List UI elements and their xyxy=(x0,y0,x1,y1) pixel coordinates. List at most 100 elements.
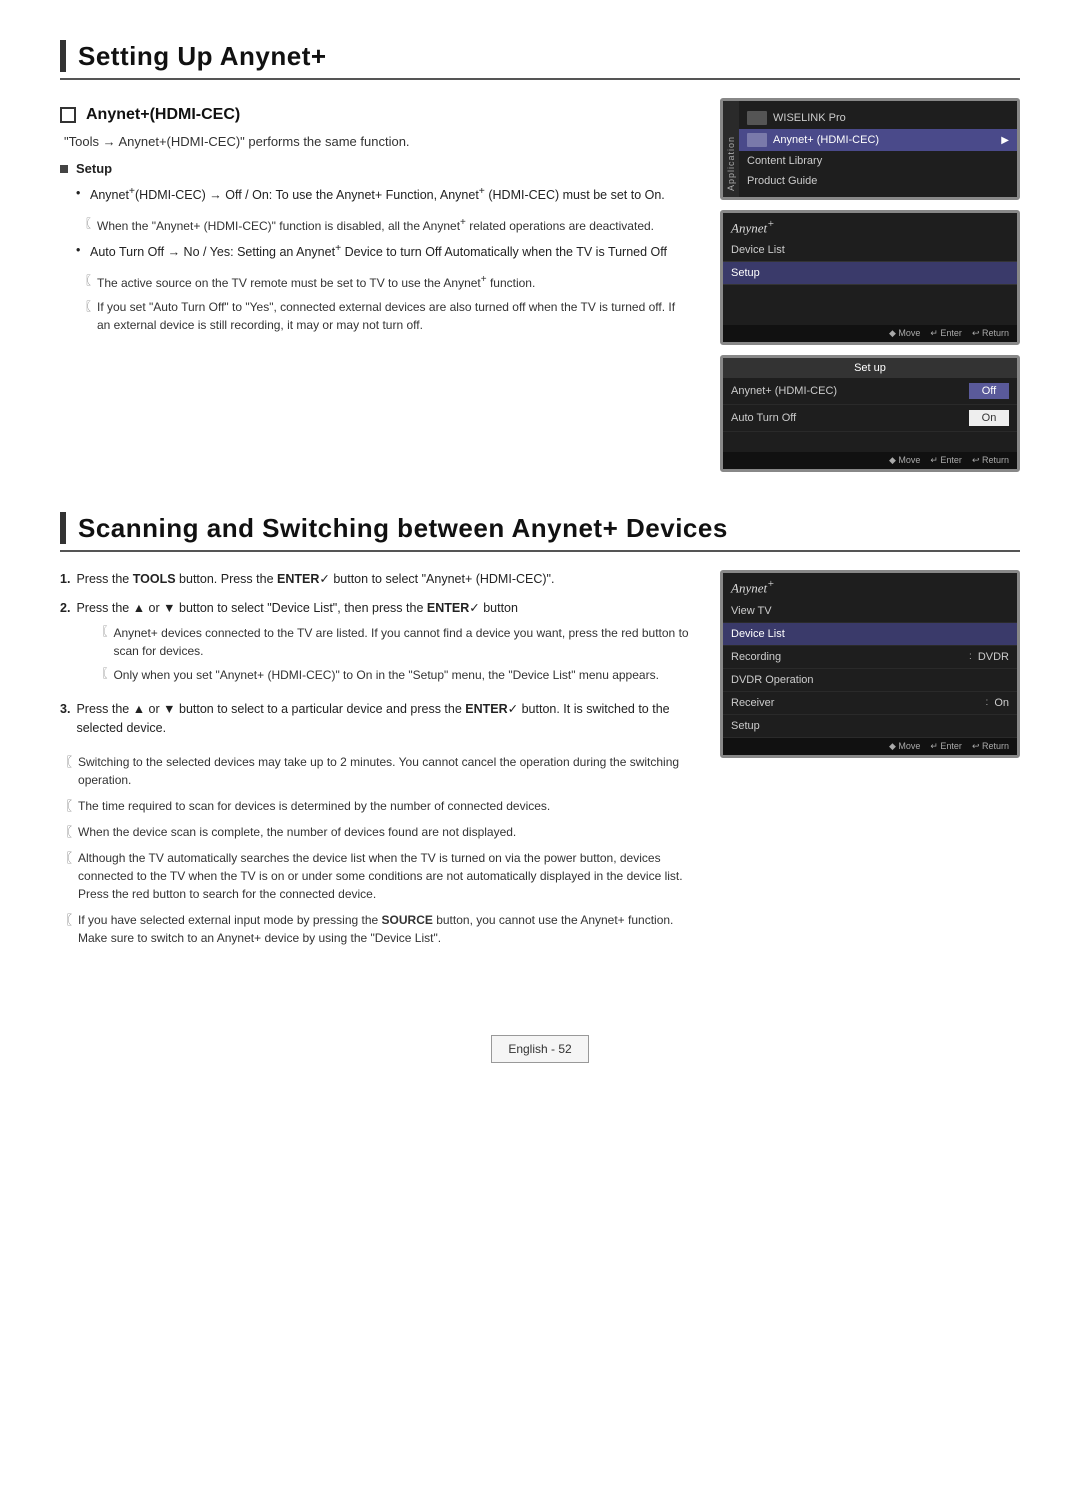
sidebar-label: Application xyxy=(723,101,739,197)
note-text-3: If you set "Auto Turn Off" to "Yes", con… xyxy=(97,298,690,334)
step-num-3: 3. xyxy=(60,700,70,738)
setup-nav-return: ↩ Return xyxy=(972,455,1009,466)
note-sym-3: 〖 xyxy=(80,298,91,314)
guide-label: Product Guide xyxy=(747,175,817,187)
section1: Setting Up Anynet+ Anynet+(HDMI-CEC) "To… xyxy=(60,40,1020,482)
note-1: 〖 When the "Anynet+ (HDMI-CEC)" function… xyxy=(60,215,690,235)
setup-screen-nav: ◆ Move ↵ Enter ↩ Return xyxy=(723,452,1017,469)
section2-heading: Scanning and Switching between Anynet+ D… xyxy=(60,512,1020,552)
bn-text-5: If you have selected external input mode… xyxy=(78,911,690,947)
dvdrop-label: DVDR Operation xyxy=(731,674,814,686)
section1-text: Anynet+(HDMI-CEC) "Tools → Anynet+(HDMI-… xyxy=(60,98,690,482)
device-item-dvdrop: DVDR Operation xyxy=(723,669,1017,692)
option-off: Off xyxy=(969,383,1009,399)
section1-content: Anynet+(HDMI-CEC) "Tools → Anynet+(HDMI-… xyxy=(60,98,1020,482)
anynet-menu-screen: Anynet+ Device List Setup ◆ Move ↵ Enter… xyxy=(720,210,1020,345)
section1-heading: Setting Up Anynet+ xyxy=(60,40,1020,80)
app-item-anynet: Anynet+ (HDMI-CEC) ▶ xyxy=(739,129,1017,151)
note-sym-2: 〖 xyxy=(80,272,91,288)
step-1-text: Press the TOOLS button. Press the ENTER✓… xyxy=(76,570,554,589)
note-text-1: When the "Anynet+ (HDMI-CEC)" function i… xyxy=(97,215,654,235)
accent-bar-2 xyxy=(60,512,66,544)
app-item-wiselink: WISELINK Pro xyxy=(739,107,1017,129)
receiver-label: Receiver xyxy=(731,697,774,709)
bottom-note-2: 〖 The time required to scan for devices … xyxy=(60,797,690,815)
setup-title: Set up xyxy=(723,358,1017,378)
setup-nav-move: ◆ Move xyxy=(889,455,920,466)
note-sym-1: 〖 xyxy=(80,215,91,231)
bottom-note-3: 〖 When the device scan is complete, the … xyxy=(60,823,690,841)
arrow-right-icon: ▶ xyxy=(1001,135,1009,146)
setup-mini-heading: Setup xyxy=(60,161,690,176)
app-menu-items: WISELINK Pro Anynet+ (HDMI-CEC) ▶ Conten… xyxy=(739,101,1017,197)
receiver-value: On xyxy=(994,697,1009,709)
intro-text: "Tools → Anynet+(HDMI-CEC)" performs the… xyxy=(64,134,690,149)
bullet-item-2: Auto Turn Off → No / Yes: Setting an Any… xyxy=(76,241,690,262)
bn-sym-5: 〖 xyxy=(60,911,72,929)
bn-text-1: Switching to the selected devices may ta… xyxy=(78,753,690,789)
bullet-item-1: Anynet+(HDMI-CEC) → Off / On: To use the… xyxy=(76,184,690,205)
wiselink-label: WISELINK Pro xyxy=(773,112,846,124)
bullet-text-2: Auto Turn Off → No / Yes: Setting an Any… xyxy=(90,245,667,259)
nav-return: ↩ Return xyxy=(972,328,1009,339)
anynet-menu: Anynet+ Device List Setup ◆ Move ↵ Enter… xyxy=(723,213,1017,342)
section1-title: Setting Up Anynet+ xyxy=(78,41,327,72)
step-2: 2. Press the ▲ or ▼ button to select "De… xyxy=(60,599,690,690)
step-1: 1. Press the TOOLS button. Press the ENT… xyxy=(60,570,690,589)
step2-note-sym-2: 〖 xyxy=(96,666,107,683)
step-2-content: Press the ▲ or ▼ button to select "Devic… xyxy=(76,599,690,690)
bottom-notes: 〖 Switching to the selected devices may … xyxy=(60,753,690,947)
bottom-note-4: 〖 Although the TV automatically searches… xyxy=(60,849,690,903)
content-label: Content Library xyxy=(747,155,822,167)
step2-note-2: 〖 Only when you set "Anynet+ (HDMI-CEC)"… xyxy=(76,666,690,684)
viewtv-label: View TV xyxy=(731,605,772,617)
receiver-sub: : xyxy=(986,697,989,708)
app-item-content: Content Library xyxy=(739,151,1017,171)
setup-nav-enter: ↵ Enter xyxy=(930,455,962,466)
recording-sub: : xyxy=(969,651,972,662)
step2-note-text-2: Only when you set "Anynet+ (HDMI-CEC)" t… xyxy=(113,666,658,684)
device-item-recording: Recording : DVDR xyxy=(723,646,1017,669)
setup-bullets-2: Auto Turn Off → No / Yes: Setting an Any… xyxy=(60,241,690,262)
footer-wrap: English - 52 xyxy=(60,995,1020,1063)
device-item-receiver: Receiver : On xyxy=(723,692,1017,715)
device-item-devicelist: Device List xyxy=(723,623,1017,646)
step-2-text: Press the ▲ or ▼ button to select "Devic… xyxy=(76,601,518,615)
bn-sym-1: 〖 xyxy=(60,753,72,771)
anynet-logo: Anynet+ xyxy=(723,213,1017,239)
screen-area-2: Anynet+ View TV Device List Recording : … xyxy=(720,570,1020,955)
bn-sym-2: 〖 xyxy=(60,797,72,815)
device-list-screen: Anynet+ View TV Device List Recording : … xyxy=(720,570,1020,757)
recording-label: Recording xyxy=(731,651,781,663)
step2-note-1: 〖 Anynet+ devices connected to the TV ar… xyxy=(76,624,690,660)
anynet-subheading: Anynet+(HDMI-CEC) xyxy=(86,106,240,124)
section2-text: 1. Press the TOOLS button. Press the ENT… xyxy=(60,570,690,955)
nav-enter: ↵ Enter xyxy=(930,328,962,339)
mini-square-icon xyxy=(60,165,68,173)
autoturn-label: Auto Turn Off xyxy=(731,412,965,424)
section2-content: 1. Press the TOOLS button. Press the ENT… xyxy=(60,570,1020,955)
bottom-note-5: 〖 If you have selected external input mo… xyxy=(60,911,690,947)
bn-text-3: When the device scan is complete, the nu… xyxy=(78,823,516,841)
step-num-1: 1. xyxy=(60,570,70,589)
device-nav-move: ◆ Move xyxy=(889,741,920,752)
bn-sym-3: 〖 xyxy=(60,823,72,841)
setup-options-screen: Set up Anynet+ (HDMI-CEC) Off Auto Turn … xyxy=(720,355,1020,472)
step2-note-sym-1: 〖 xyxy=(96,624,107,641)
nav-move: ◆ Move xyxy=(889,328,920,339)
device-screen-nav: ◆ Move ↵ Enter ↩ Return xyxy=(723,738,1017,755)
note-2: 〖 The active source on the TV remote mus… xyxy=(60,272,690,292)
device-item-viewtv: View TV xyxy=(723,600,1017,623)
setup-label: Setup xyxy=(76,161,112,176)
option-on: On xyxy=(969,410,1009,426)
step-3: 3. Press the ▲ or ▼ button to select to … xyxy=(60,700,690,738)
anynet-item-setup: Setup xyxy=(723,262,1017,285)
app-item-guide: Product Guide xyxy=(739,171,1017,191)
wiselink-icon xyxy=(747,111,767,125)
note-3: 〖 If you set "Auto Turn Off" to "Yes", c… xyxy=(60,298,690,334)
sub-heading-anynet: Anynet+(HDMI-CEC) xyxy=(60,106,690,124)
anynet-screen-nav: ◆ Move ↵ Enter ↩ Return xyxy=(723,325,1017,342)
device-item-setup: Setup xyxy=(723,715,1017,738)
setup-item-label: Setup xyxy=(731,720,760,732)
step-num-2: 2. xyxy=(60,599,70,690)
